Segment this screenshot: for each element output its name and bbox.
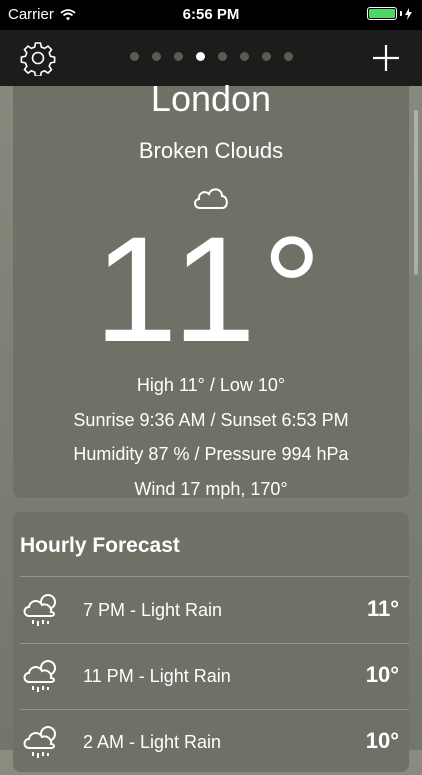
status-time: 6:56 PM — [182, 6, 240, 23]
page-dot-active[interactable] — [195, 52, 205, 61]
row-temperature: 10° — [365, 662, 399, 687]
row-label: 11 PM - Light Rain — [83, 666, 231, 686]
hourly-forecast-card: Hourly Forecast 7 PM - Light Rain 11° 11… — [13, 512, 409, 772]
hourly-title: Hourly Forecast — [20, 534, 180, 557]
weather-details: High 11° / Low 10° Sunrise 9:36 AM / Sun… — [13, 368, 409, 506]
page-dot[interactable] — [283, 52, 293, 61]
wind-text: Wind 17 mph, 170° — [134, 478, 288, 499]
list-item[interactable]: 11 PM - Light Rain 10° — [13, 644, 409, 709]
battery-icon — [367, 7, 412, 20]
sun-times-text: Sunrise 9:36 AM / Sunset 6:53 PM — [73, 409, 349, 430]
scrollbar[interactable] — [414, 110, 418, 275]
humidity-pressure-text: Humidity 87 % / Pressure 994 hPa — [73, 444, 349, 464]
page-dot[interactable] — [173, 52, 183, 61]
row-temperature: 10° — [365, 728, 399, 753]
rain-cloud-icon — [23, 726, 56, 758]
rain-cloud-icon — [23, 660, 56, 692]
list-item[interactable]: 7 PM - Light Rain 11° — [13, 578, 409, 643]
page-dot[interactable] — [129, 52, 139, 61]
list-item[interactable]: 2 AM - Light Rain 10° — [13, 710, 409, 775]
page-dot[interactable] — [217, 52, 227, 61]
current-temperature: 11° — [94, 205, 328, 373]
row-label: 7 PM - Light Rain — [83, 600, 223, 620]
page-dot[interactable] — [151, 52, 161, 61]
condition-text: Broken Clouds — [138, 138, 284, 163]
current-weather-card: London Broken Clouds 11° High 11° / Low … — [13, 78, 409, 499]
rain-cloud-icon — [23, 594, 56, 626]
row-temperature: 11° — [366, 596, 399, 621]
plus-icon[interactable] — [370, 42, 402, 74]
page-dot[interactable] — [239, 52, 249, 61]
city-name: London — [150, 78, 272, 119]
page-indicator[interactable] — [0, 52, 422, 61]
charging-bolt-icon — [405, 7, 412, 20]
page-dot[interactable] — [261, 52, 271, 61]
divider — [20, 576, 409, 577]
high-low-text: High 11° / Low 10° — [136, 375, 286, 395]
status-bar: Carrier 6:56 PM — [0, 0, 422, 30]
